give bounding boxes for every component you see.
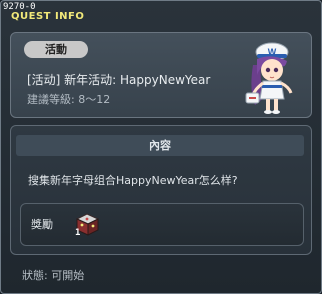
- quest-status: 狀態: 可開始: [22, 269, 85, 282]
- npc-portrait: W: [245, 42, 293, 114]
- quest-info-window: 9270-0 QUEST INFO 活動 [活动] 新年活动: HappyNew…: [0, 0, 322, 294]
- content-section-title: 內容: [16, 135, 304, 156]
- quest-summary-panel: 活動 [活动] 新年活动: HappyNewYear 建議等級: 8～12 W: [10, 32, 312, 118]
- reward-box: 獎勵 1: [20, 203, 304, 246]
- reward-label: 獎勵: [31, 218, 53, 231]
- reward-quantity: 1: [75, 228, 81, 238]
- window-title: QUEST INFO: [11, 11, 85, 22]
- window-header[interactable]: 9270-0 QUEST INFO: [1, 1, 321, 27]
- quest-name: [活动] 新年活动: HappyNewYear: [27, 73, 211, 87]
- svg-text:W: W: [268, 47, 277, 57]
- quest-category-tag: 活動: [24, 41, 88, 58]
- quest-description: 搜集新年字母组合HappyNewYear怎么样?: [28, 174, 238, 187]
- recommended-level: 建議等級: 8～12: [27, 93, 111, 106]
- quest-content-panel: 內容 搜集新年字母组合HappyNewYear怎么样? 獎勵 1: [10, 125, 312, 255]
